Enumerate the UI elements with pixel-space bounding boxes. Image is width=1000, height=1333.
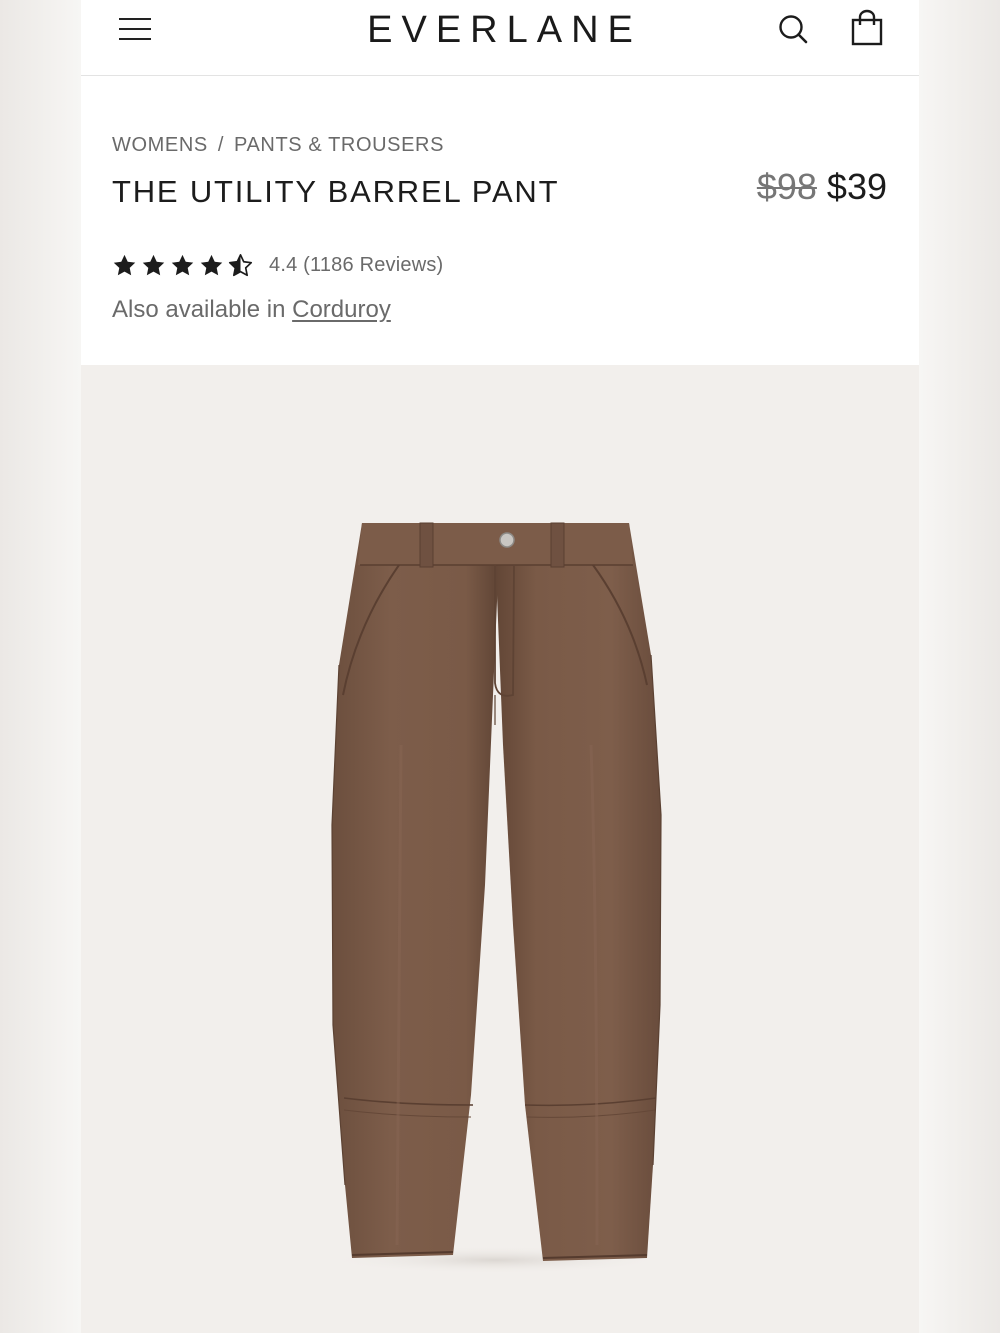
star-rating — [112, 253, 253, 278]
corduroy-link[interactable]: Corduroy — [292, 296, 391, 323]
site-header: EVERLANE — [81, 0, 919, 76]
breadcrumb-separator: / — [217, 134, 224, 156]
star-full-icon — [142, 254, 165, 275]
rating-summary[interactable]: 4.4 (1186 Reviews) — [112, 250, 443, 280]
product-page: EVERLANE WOMENS / PANTS & TROUSERS THE UTI… — [81, 0, 919, 1333]
breadcrumb-item-pants-trousers[interactable]: PANTS & TROUSERS — [234, 134, 444, 156]
star-half-icon — [228, 253, 253, 276]
also-available-label: Also available in — [112, 296, 286, 323]
star-full-icon — [113, 254, 136, 275]
breadcrumb-item-womens[interactable]: WOMENS — [112, 134, 208, 156]
sale-price: $39 — [826, 166, 887, 207]
search-icon[interactable] — [775, 11, 811, 47]
product-photo-pants — [325, 522, 665, 1274]
price: $98 $39 — [757, 166, 887, 208]
product-title: THE UTILITY BARREL PANT — [112, 174, 560, 209]
rating-text: 4.4 (1186 Reviews) — [269, 253, 444, 276]
shopping-bag-icon[interactable] — [848, 9, 886, 49]
star-full-icon — [171, 254, 194, 275]
original-price: $98 — [756, 166, 817, 207]
breadcrumb: WOMENS / PANTS & TROUSERS — [112, 134, 444, 157]
star-full-icon — [200, 254, 223, 275]
product-image[interactable] — [81, 365, 919, 1333]
also-available: Also available in Corduroy — [112, 296, 391, 324]
